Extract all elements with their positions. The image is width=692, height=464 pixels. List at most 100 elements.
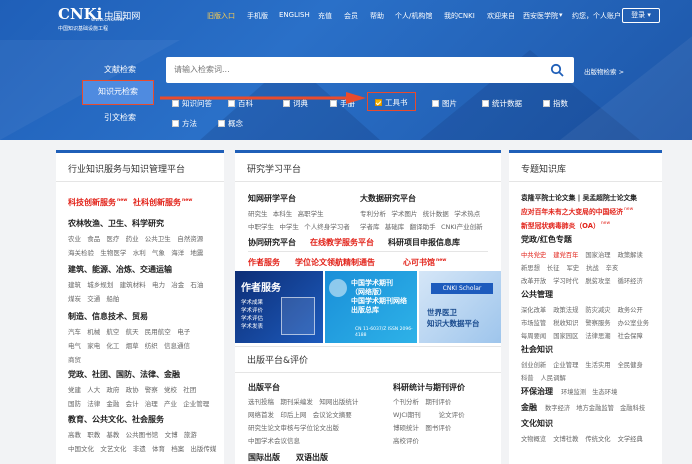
option-statistics[interactable]: 统计数据 bbox=[482, 98, 522, 109]
link-item[interactable]: 印后上网 bbox=[280, 409, 306, 419]
link-item[interactable]: 党校 bbox=[164, 384, 177, 394]
link-item[interactable]: 公共卫生 bbox=[145, 233, 171, 243]
topic-link[interactable]: 市场监管 bbox=[521, 320, 546, 327]
link-item[interactable]: 个刊分析 bbox=[393, 396, 419, 406]
link-item[interactable]: 高校评价 bbox=[393, 435, 419, 445]
logo[interactable]: CNKi 中国知网 www.cnki.net 中国知识基础设施工程 bbox=[58, 5, 140, 32]
link-item[interactable]: 纺织 bbox=[145, 340, 158, 350]
bookstore-link[interactable]: 心可书馆new bbox=[403, 257, 446, 268]
topic-link[interactable]: 全民健身 bbox=[618, 362, 643, 369]
link-item[interactable]: 高职学生 bbox=[298, 208, 324, 218]
link-item[interactable]: 旅游 bbox=[184, 429, 197, 439]
topic-link[interactable]: 数字经济 bbox=[545, 405, 570, 412]
option-images[interactable]: 图片 bbox=[432, 98, 457, 109]
nav-help[interactable]: 帮助 bbox=[370, 11, 384, 21]
medical-banner[interactable]: CNKI Scholar 世界医卫 知识大数据平台 bbox=[419, 271, 501, 343]
project-database-link[interactable]: 科研项目申报信息库 bbox=[388, 237, 460, 248]
link-item[interactable]: 气象 bbox=[152, 247, 165, 257]
topic-link[interactable]: 生态环境 bbox=[592, 389, 617, 396]
tab-knowledge-search[interactable]: 知识元检索 bbox=[82, 80, 154, 105]
link-item[interactable]: 机械 bbox=[87, 326, 100, 336]
search-input[interactable] bbox=[174, 57, 534, 81]
link-item[interactable]: 政府 bbox=[106, 384, 119, 394]
topic-link[interactable]: 军史 bbox=[566, 265, 579, 272]
link-item[interactable]: 自然资源 bbox=[177, 233, 203, 243]
topic-link[interactable]: 传统文化 bbox=[585, 436, 610, 443]
checkbox[interactable] bbox=[172, 120, 179, 127]
topic-link[interactable]: 深化改革 bbox=[521, 307, 546, 314]
link-item[interactable]: 农业 bbox=[68, 233, 81, 243]
topic-link[interactable]: 政策法规 bbox=[553, 307, 578, 314]
nav-my-cnki[interactable]: 我的CNKI bbox=[444, 11, 475, 21]
collab-research-link[interactable]: 协同研究平台 bbox=[248, 237, 296, 248]
link-item[interactable]: 民用航空 bbox=[145, 326, 171, 336]
link-item[interactable]: 体育 bbox=[152, 443, 165, 453]
topic-link[interactable]: 国家园区 bbox=[553, 333, 578, 340]
topic-link[interactable]: 环境监测 bbox=[561, 389, 586, 396]
topic-link[interactable]: 循环经济 bbox=[618, 278, 643, 285]
nav-mobile[interactable]: 手机版 bbox=[247, 11, 268, 21]
nav-recharge[interactable]: 充值 bbox=[318, 11, 332, 21]
link-item[interactable]: 学者库 bbox=[360, 221, 380, 231]
checkbox[interactable] bbox=[432, 100, 439, 107]
link-item[interactable]: 船舶 bbox=[106, 293, 119, 303]
link-item[interactable]: 电子 bbox=[177, 326, 190, 336]
topic-link[interactable]: 警察服务 bbox=[585, 320, 610, 327]
tab-literature-search[interactable]: 文献检索 bbox=[104, 64, 136, 75]
topic-link[interactable]: 中共党史 bbox=[521, 252, 546, 259]
topic-link[interactable]: 政务公开 bbox=[618, 307, 643, 314]
link-item[interactable]: 个人终身学习者 bbox=[304, 221, 350, 231]
link-item[interactable]: 论文评价 bbox=[439, 409, 465, 419]
link-item[interactable]: 中学生 bbox=[279, 221, 299, 231]
link-item[interactable]: 基教 bbox=[106, 429, 119, 439]
link-item[interactable]: 档案 bbox=[171, 443, 184, 453]
topic-link[interactable]: 法律思潮 bbox=[585, 333, 610, 340]
topic-link[interactable]: 文学经典 bbox=[618, 436, 643, 443]
nav-personal-account[interactable]: 约您，个人账户 bbox=[572, 11, 621, 21]
link-item[interactable]: 出版传媒 bbox=[190, 443, 216, 453]
topic-link[interactable]: 应对百年未有之大变局的中国经济 bbox=[521, 208, 623, 216]
intl-publishing-link[interactable]: 国际出版 bbox=[248, 452, 280, 463]
checkbox[interactable] bbox=[543, 100, 550, 107]
checkbox[interactable] bbox=[218, 120, 225, 127]
online-teaching-link[interactable]: 在线教学服务平台 bbox=[310, 237, 374, 248]
link-item[interactable]: 会计 bbox=[126, 398, 139, 408]
link-item[interactable]: 研究生论文审核与学位论文出版 bbox=[248, 422, 339, 432]
topic-link[interactable]: 抗战 bbox=[586, 265, 599, 272]
bilingual-publishing-link[interactable]: 双语出版 bbox=[296, 452, 328, 463]
link-item[interactable]: WJCI期刊 bbox=[393, 409, 421, 419]
link-item[interactable]: 期刊采编发 bbox=[280, 396, 313, 406]
heading-label[interactable]: 社会知识 bbox=[521, 345, 553, 354]
link-item[interactable]: 冶金 bbox=[171, 279, 184, 289]
heading-label[interactable]: 环保治理 bbox=[521, 387, 553, 396]
login-button[interactable]: 登录 ▾ bbox=[622, 8, 660, 23]
topic-link[interactable]: 建党百年 bbox=[553, 252, 578, 259]
link-item[interactable]: 人大 bbox=[87, 384, 100, 394]
link-item[interactable]: 非遗 bbox=[133, 443, 146, 453]
link-item[interactable]: 医疗 bbox=[106, 233, 119, 243]
topic-link[interactable]: 文博社教 bbox=[553, 436, 578, 443]
link-item[interactable]: 建筑 bbox=[68, 279, 81, 289]
topic-link[interactable]: 新型冠状病毒肺炎（OA） bbox=[521, 222, 600, 230]
link-item[interactable]: 企业管理 bbox=[183, 398, 209, 408]
nav-member[interactable]: 会员 bbox=[344, 11, 358, 21]
topic-link[interactable]: 新思想 bbox=[521, 265, 540, 272]
topic-link[interactable]: 人民调解 bbox=[541, 375, 566, 382]
link-item[interactable]: 本科生 bbox=[273, 208, 293, 218]
topic-link[interactable]: 学习时代 bbox=[553, 278, 578, 285]
topic-link[interactable]: 脱贫攻坚 bbox=[585, 278, 610, 285]
link-item[interactable]: 博硕统计 bbox=[393, 422, 419, 432]
link-item[interactable]: 海关检验 bbox=[68, 247, 94, 257]
topic-link[interactable]: 科普 bbox=[521, 375, 534, 382]
link-item[interactable]: 政协 bbox=[126, 384, 139, 394]
link-item[interactable]: 建筑材料 bbox=[120, 279, 146, 289]
link-item[interactable]: 图书评价 bbox=[425, 422, 451, 432]
link-item[interactable]: 商贸 bbox=[68, 354, 81, 364]
tab-citation-search[interactable]: 引文检索 bbox=[104, 112, 136, 123]
link-item[interactable]: 金融 bbox=[106, 398, 119, 408]
study-platform-heading[interactable]: 知网研学平台 bbox=[248, 193, 296, 204]
link-item[interactable]: CNKI产业创新 bbox=[441, 221, 483, 231]
link-item[interactable]: 煤炭 bbox=[68, 293, 81, 303]
topic-link[interactable]: 创业创新 bbox=[521, 362, 546, 369]
link-item[interactable]: 文艺文化 bbox=[100, 443, 126, 453]
